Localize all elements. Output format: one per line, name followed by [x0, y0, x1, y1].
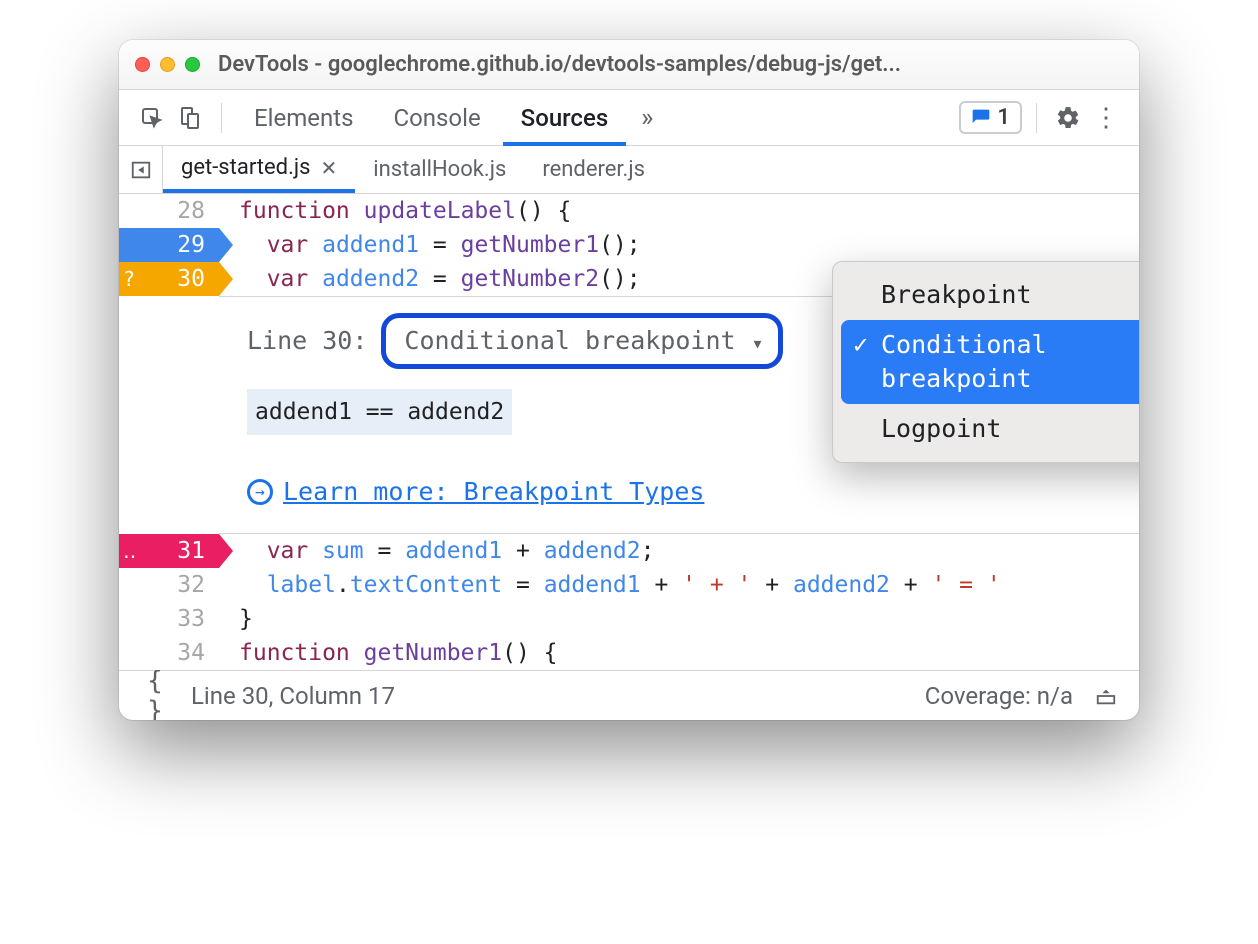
- cursor-position: Line 30, Column 17: [191, 682, 395, 710]
- code-editor[interactable]: 28 function updateLabel() { 29 var adden…: [119, 194, 1139, 670]
- breakpoint-line-label: Line 30:: [247, 324, 367, 358]
- file-tab-get-started[interactable]: get-started.js ✕: [163, 146, 355, 193]
- file-tab-label: renderer.js: [542, 157, 645, 182]
- close-icon[interactable]: ✕: [321, 156, 338, 180]
- pretty-print-icon[interactable]: { }: [135, 666, 175, 721]
- code-line: ‥31 var sum = addend1 + addend2;: [119, 534, 1139, 568]
- breakpoint-type-value: Conditional breakpoint: [404, 326, 735, 355]
- traffic-lights: [135, 57, 200, 72]
- tab-console[interactable]: Console: [375, 90, 498, 146]
- line-number[interactable]: 34: [119, 636, 219, 670]
- titlebar: DevTools - googlechrome.github.io/devtoo…: [119, 40, 1139, 90]
- tab-elements[interactable]: Elements: [236, 90, 371, 146]
- line-number[interactable]: 28: [119, 194, 219, 228]
- close-window-button[interactable]: [135, 57, 150, 72]
- devtools-window: DevTools - googlechrome.github.io/devtoo…: [119, 40, 1139, 720]
- arrow-right-circle-icon: →: [247, 479, 273, 505]
- breakpoint-editor-panel: Line 30: Conditional breakpoint addend1 …: [219, 296, 1139, 534]
- device-toolbar-icon[interactable]: [173, 101, 207, 135]
- learn-more-text[interactable]: Learn more: Breakpoint Types: [283, 475, 704, 509]
- minimize-window-button[interactable]: [160, 57, 175, 72]
- dropdown-item-conditional-breakpoint[interactable]: Conditional breakpoint: [841, 320, 1139, 404]
- learn-more-link[interactable]: → Learn more: Breakpoint Types: [247, 475, 1139, 509]
- file-tab-installhook[interactable]: installHook.js: [355, 146, 524, 193]
- code-line: 32 label.textContent = addend1 + ' + ' +…: [119, 568, 1139, 602]
- dots-icon: ‥: [123, 534, 136, 568]
- navigator-toggle-icon[interactable]: [119, 146, 163, 193]
- zoom-window-button[interactable]: [185, 57, 200, 72]
- question-mark-icon: ?: [123, 262, 135, 296]
- more-menu-icon[interactable]: ⋮: [1089, 101, 1123, 135]
- issues-count: 1: [997, 105, 1010, 130]
- breakpoint-type-dropdown: Breakpoint Conditional breakpoint Logpoi…: [832, 261, 1139, 463]
- line-number[interactable]: 32: [119, 568, 219, 602]
- file-tab-renderer[interactable]: renderer.js: [524, 146, 663, 193]
- dropdown-item-breakpoint[interactable]: Breakpoint: [841, 270, 1139, 320]
- line-number-conditional-breakpoint[interactable]: ?30: [119, 262, 219, 296]
- more-tabs-icon[interactable]: »: [630, 101, 664, 135]
- line-number-logpoint[interactable]: ‥31: [119, 534, 219, 568]
- code-line: 28 function updateLabel() {: [119, 194, 1139, 228]
- inspect-element-icon[interactable]: [135, 101, 169, 135]
- window-title: DevTools - googlechrome.github.io/devtoo…: [218, 52, 901, 77]
- settings-gear-icon[interactable]: [1051, 101, 1085, 135]
- issues-badge[interactable]: 1: [959, 101, 1022, 134]
- dropdown-item-logpoint[interactable]: Logpoint: [841, 404, 1139, 454]
- code-line: 29 var addend1 = getNumber1();: [119, 228, 1139, 262]
- line-number-breakpoint[interactable]: 29: [119, 228, 219, 262]
- show-drawer-icon[interactable]: [1089, 679, 1123, 713]
- file-tab-label: get-started.js: [181, 155, 311, 180]
- divider: [1036, 103, 1037, 133]
- file-tab-label: installHook.js: [373, 157, 506, 182]
- main-toolbar: Elements Console Sources » 1 ⋮: [119, 90, 1139, 146]
- breakpoint-type-select[interactable]: Conditional breakpoint: [381, 313, 782, 369]
- tab-sources[interactable]: Sources: [503, 90, 627, 146]
- divider: [221, 103, 222, 133]
- code-line: 33 }: [119, 602, 1139, 636]
- status-bar: { } Line 30, Column 17 Coverage: n/a: [119, 670, 1139, 720]
- file-tabs: get-started.js ✕ installHook.js renderer…: [119, 146, 1139, 194]
- breakpoint-condition-input[interactable]: addend1 == addend2: [247, 389, 512, 435]
- code-line: 34 function getNumber1() {: [119, 636, 1139, 670]
- line-number[interactable]: 33: [119, 602, 219, 636]
- coverage-label: Coverage: n/a: [925, 682, 1073, 710]
